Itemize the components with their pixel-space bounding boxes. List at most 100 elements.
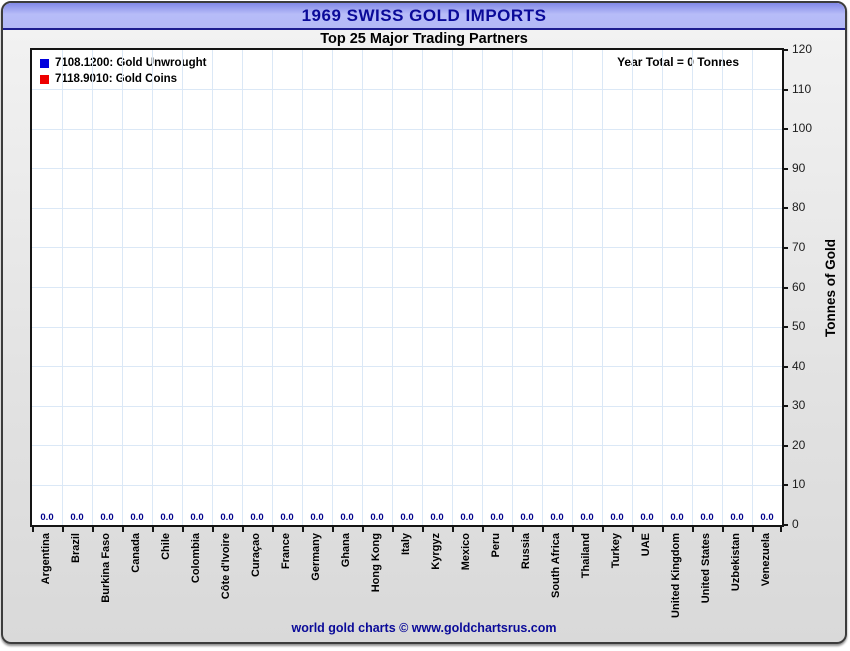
- red-square-icon: [40, 74, 49, 84]
- x-category-label: Argentina: [40, 533, 52, 585]
- bar-value-label: 0.0: [370, 512, 384, 523]
- x-category-label: Peru: [490, 533, 502, 558]
- bar-value-label: 0.0: [130, 512, 144, 523]
- gridline-vertical: [211, 50, 213, 525]
- gridline-horizontal: [32, 326, 782, 328]
- y-axis-tick: [782, 286, 788, 289]
- bar-value-label: 0.0: [280, 512, 294, 523]
- y-tick-label: 120: [792, 42, 813, 56]
- footer-credit: world gold charts © www.goldchartsrus.co…: [291, 621, 557, 635]
- x-axis-tick: [752, 527, 754, 532]
- gridline-horizontal: [32, 89, 782, 91]
- bar-value-label: 0.0: [160, 512, 174, 523]
- bar-value-label: 0.0: [70, 512, 84, 523]
- bar-value-label: 0.0: [490, 512, 504, 523]
- x-axis: Argentina Brazil Burkina Faso Canada Chile Co…: [32, 527, 782, 627]
- gridline-vertical: [331, 50, 333, 525]
- x-axis-tick: [482, 527, 484, 532]
- gridline-vertical: [151, 50, 153, 525]
- x-axis-tick: [242, 527, 244, 532]
- bar-value-label: 0.0: [430, 512, 444, 523]
- gridline-vertical: [751, 50, 753, 525]
- bar-value-label: 0.0: [250, 512, 264, 523]
- gridline-horizontal: [32, 168, 782, 170]
- x-category-label: Germany: [310, 533, 322, 581]
- blue-square-icon: [40, 58, 49, 68]
- x-axis-tick: [62, 527, 64, 532]
- x-category-label: Canada: [130, 533, 142, 573]
- gridline-vertical: [451, 50, 453, 525]
- gridline-vertical: [91, 50, 93, 525]
- x-category-label: Chile: [160, 533, 172, 560]
- x-axis-tick: [212, 527, 214, 532]
- y-axis-tick: [782, 246, 788, 249]
- bar-value-label: 0.0: [310, 512, 324, 523]
- y-axis-tick: [782, 444, 788, 447]
- x-axis-tick: [272, 527, 274, 532]
- gridline-vertical: [121, 50, 123, 525]
- gridline-horizontal: [32, 445, 782, 447]
- gridline-vertical: [691, 50, 693, 525]
- x-category-label: United Kingdom: [670, 533, 682, 618]
- y-tick-label: 50: [792, 319, 806, 334]
- y-axis-tick: [782, 49, 788, 51]
- gridline-vertical: [661, 50, 663, 525]
- gridline-horizontal: [32, 207, 782, 209]
- plot-area: 7108.1200: Gold Unwrought 7118.9010: Gol…: [30, 48, 784, 527]
- bar-value-label: 0.0: [610, 512, 624, 523]
- x-category-label: Curaçao: [250, 533, 262, 578]
- x-category-label: Mexico: [460, 533, 472, 571]
- y-tick-label: 70: [792, 239, 806, 254]
- x-axis-tick: [152, 527, 154, 532]
- x-axis-tick: [92, 527, 94, 532]
- y-axis-tick: [782, 207, 788, 210]
- x-category-label: Turkey: [610, 533, 622, 569]
- gridline-horizontal: [32, 128, 782, 130]
- x-axis-tick: [780, 527, 782, 532]
- y-axis-title: Tonnes of Gold: [823, 239, 838, 337]
- x-axis-tick: [452, 527, 454, 532]
- gridline-vertical: [421, 50, 423, 525]
- x-category-label: Thailand: [580, 533, 592, 579]
- bar-value-label: 0.0: [190, 512, 204, 523]
- x-category-label: Italy: [400, 533, 412, 556]
- legend-label: 7108.1200: Gold Unwrought: [55, 57, 207, 69]
- x-axis-tick: [572, 527, 574, 532]
- x-axis-tick: [662, 527, 664, 532]
- bar-value-label: 0.0: [340, 512, 354, 523]
- x-axis-tick: [692, 527, 694, 532]
- page-title: 1969 SWISS GOLD IMPORTS: [301, 6, 547, 25]
- x-category-label: United States: [700, 533, 712, 604]
- x-axis-tick: [722, 527, 724, 532]
- x-axis-tick: [122, 527, 124, 532]
- x-axis-tick: [512, 527, 514, 532]
- bar-value-label: 0.0: [100, 512, 114, 523]
- gridline-vertical: [721, 50, 723, 525]
- y-axis-tick: [782, 88, 788, 91]
- gridline-vertical: [601, 50, 603, 525]
- x-axis-tick: [332, 527, 334, 532]
- bar-value-label: 0.0: [760, 512, 774, 523]
- x-axis-tick: [302, 527, 304, 532]
- x-axis-tick: [632, 527, 634, 532]
- x-category-label: Ghana: [340, 533, 352, 568]
- x-category-label: Kyrgyz: [430, 533, 442, 570]
- y-tick-label: 20: [792, 437, 806, 452]
- gridline-vertical: [301, 50, 303, 525]
- x-category-label: France: [280, 533, 292, 570]
- y-axis-tick: [782, 167, 788, 170]
- bar-value-label: 0.0: [730, 512, 744, 523]
- gridline-horizontal: [32, 247, 782, 249]
- bar-value-label: 0.0: [400, 512, 414, 523]
- x-axis-tick: [422, 527, 424, 532]
- x-category-label: Uzbekistan: [730, 533, 742, 592]
- bar-value-label: 0.0: [40, 512, 54, 523]
- bar-value-label: 0.0: [640, 512, 654, 523]
- y-tick-label: 100: [792, 121, 813, 136]
- gridline-vertical: [481, 50, 483, 525]
- x-category-label: Hong Kong: [370, 533, 382, 593]
- x-category-label: Venezuela: [760, 533, 772, 587]
- bar-value-label: 0.0: [670, 512, 684, 523]
- y-tick-label: 110: [792, 81, 812, 96]
- y-axis-tick: [782, 128, 788, 131]
